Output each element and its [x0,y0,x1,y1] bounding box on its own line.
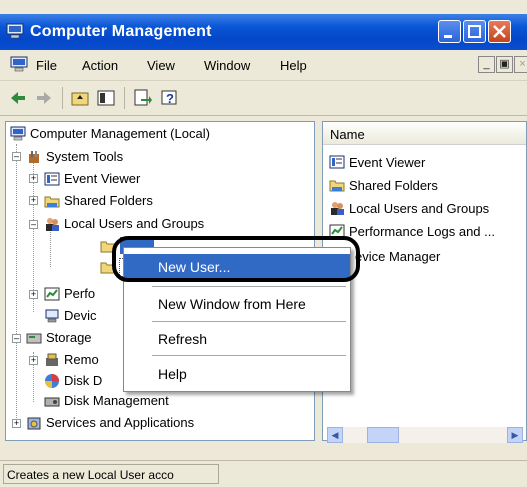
tree-item-device-manager[interactable]: Devic [64,308,97,323]
help-icon[interactable]: ? [160,88,180,108]
scroll-thumb[interactable] [367,427,399,443]
tree-item-services-and-applications[interactable]: Services and Applications [46,415,194,430]
performance-logs-icon [44,287,60,301]
tree-item-disk-management[interactable]: Disk Management [64,393,169,408]
maximize-icon [468,25,481,38]
expand-icon[interactable]: + [29,356,38,365]
title-bar[interactable]: Computer Management [0,14,527,50]
status-cell: Creates a new Local User acco [3,464,219,484]
list-item-label: Shared Folders [349,178,438,193]
export-list-icon[interactable] [132,88,152,108]
close-icon [493,25,506,38]
list-item-label: Performance Logs and ... [349,224,495,239]
collapse-icon[interactable]: – [12,152,21,161]
column-header-label: Name [330,127,365,142]
computer-management-window: Computer Management File Action View Win… [0,0,527,487]
toolbar: ? [0,81,527,116]
menu-item-new-window-from-here[interactable]: New Window from Here [124,291,350,317]
svg-text:?: ? [166,91,174,106]
shared-folders-icon [44,196,60,208]
list-item-label: Event Viewer [349,155,426,170]
chevron-right-icon: ▶ [511,430,519,440]
status-text: Creates a new Local User acco [7,468,174,482]
highlight-callout [112,236,360,282]
menu-view[interactable]: View [147,58,175,73]
menu-item-help[interactable]: Help [124,361,350,387]
device-manager-icon [45,309,59,323]
mdi-minimize-button[interactable]: _ [478,56,495,73]
maximize-button[interactable] [463,20,486,43]
system-tools-icon [29,151,39,163]
mdi-restore-button[interactable]: ▣ [496,56,513,73]
menu-action[interactable]: Action [82,58,118,73]
menu-separator [152,286,346,287]
collapse-icon[interactable]: – [29,220,38,229]
tree-item-system-tools[interactable]: System Tools [46,149,123,164]
expand-icon[interactable]: + [29,196,38,205]
users-group-icon [331,202,344,215]
tree-item-root[interactable]: Computer Management (Local) [30,126,210,141]
disk-management-icon [44,397,60,407]
tree-line [50,227,51,267]
menu-separator [152,355,346,356]
expand-icon[interactable]: + [29,174,38,183]
menu-window[interactable]: Window [204,58,250,73]
services-applications-icon [27,417,41,430]
menu-bar: File Action View Window Help _ ▣ × [0,50,527,81]
minimize-button[interactable] [438,20,461,43]
mdi-close-button[interactable]: × [514,56,527,73]
tree-item-disk-defragmenter[interactable]: Disk D [64,373,102,388]
removable-storage-icon [46,353,58,366]
list-item-label: evice Manager [355,249,441,264]
menu-item-label: Refresh [158,331,208,347]
storage-icon [26,333,42,344]
computer-management-icon [6,23,24,39]
tree-item-storage[interactable]: Storage [46,330,92,345]
tree-item-shared-folders[interactable]: Shared Folders [64,193,153,208]
menu-file[interactable]: File [36,58,57,73]
chevron-left-icon: ◀ [331,430,339,440]
tree-item-performance-logs[interactable]: Perfo [64,286,95,301]
document-icon[interactable] [10,56,28,72]
expand-icon[interactable]: + [12,419,21,428]
details-pane[interactable]: Name Event Viewer Shared Folders Local U… [322,121,527,443]
menu-help[interactable]: Help [280,58,307,73]
menu-item-label: New Window from Here [158,296,306,312]
minimize-icon [444,35,452,38]
toolbar-separator [124,87,125,109]
list-item-label: Local Users and Groups [349,201,490,216]
shared-folders-icon [329,180,345,192]
minimize-icon: _ [483,58,490,70]
menu-separator [152,321,346,322]
event-viewer-icon [329,155,345,169]
tree-item-local-users-and-groups[interactable]: Local Users and Groups [64,216,204,231]
scroll-left-button[interactable]: ◀ [327,427,343,443]
disk-defragmenter-icon [45,374,59,388]
users-group-icon [46,218,59,231]
menu-item-label: Help [158,366,187,382]
horizontal-scrollbar[interactable]: ◀ ▶ [327,427,523,443]
forward-icon[interactable] [34,88,54,108]
expand-icon[interactable]: + [29,290,38,299]
close-icon: × [519,58,526,70]
up-folder-icon[interactable] [70,88,90,108]
collapse-icon[interactable]: – [12,334,21,343]
column-header-name[interactable]: Name [323,122,526,145]
menu-item-refresh[interactable]: Refresh [124,326,350,352]
window-title: Computer Management [30,23,212,40]
close-button[interactable] [488,20,511,43]
status-bar: Creates a new Local User acco [0,460,527,487]
restore-icon: ▣ [499,58,510,70]
tree-item-removable-storage[interactable]: Remo [64,352,99,367]
tree-item-event-viewer[interactable]: Event Viewer [64,171,140,186]
back-icon[interactable] [8,88,28,108]
computer-icon [10,126,26,141]
scroll-right-button[interactable]: ▶ [507,427,523,443]
show-hide-tree-icon[interactable] [96,88,116,108]
event-viewer-icon [44,172,60,186]
toolbar-separator [62,87,63,109]
tree-line [16,144,17,424]
